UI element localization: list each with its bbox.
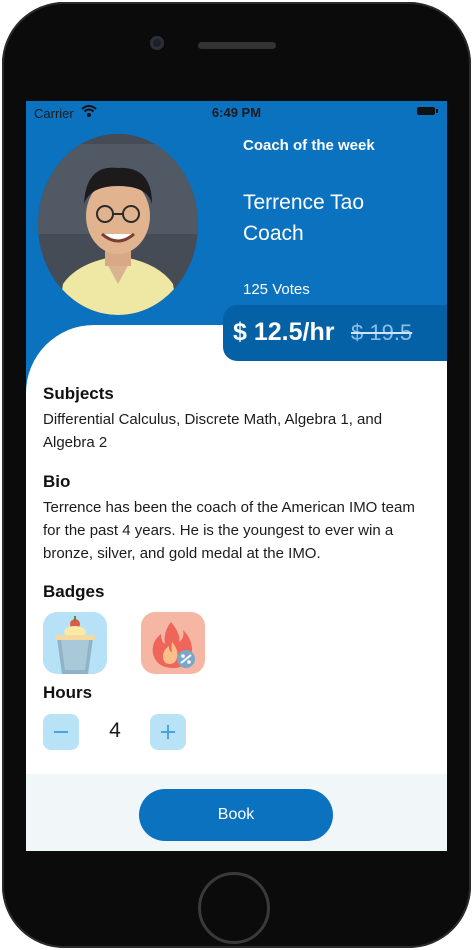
original-price: $ 19.5 [351,320,413,345]
subjects-text: Differential Calculus, Discrete Math, Al… [43,411,383,451]
coach-role: Coach [243,222,304,245]
speaker-grille [198,42,276,49]
booking-footer: Book [26,774,447,851]
bio-text: Terrence has been the coach of the Ameri… [43,499,415,562]
price-pill: $ 12.5/hr $ 19.5 [223,305,447,361]
subjects-heading: Subjects [43,384,114,403]
phone-frame: Carrier 6:49 PM Coach of the week Terren… [2,2,471,948]
current-price: $ 12.5/hr [233,318,335,346]
increase-hours-button[interactable] [150,714,186,750]
book-button[interactable]: Book [139,789,333,841]
milkshake-badge-icon[interactable] [43,612,107,674]
home-button[interactable] [198,872,270,944]
coach-of-week-label: Coach of the week [243,137,375,154]
plus-icon [161,725,175,739]
badges-heading: Badges [43,582,105,601]
front-camera-icon [150,36,164,50]
status-bar: Carrier 6:49 PM [26,101,447,123]
clock-time: 6:49 PM [211,105,262,120]
app-screen: Carrier 6:49 PM Coach of the week Terren… [26,101,447,851]
bio-heading: Bio [43,472,71,491]
hours-value: 4 [109,719,121,742]
coach-avatar [38,134,198,315]
fire-badge-icon[interactable] [141,612,205,674]
vote-count: 125 Votes [243,281,310,298]
battery-icon [417,107,438,115]
hours-heading: Hours [43,683,93,702]
minus-icon [54,731,68,733]
decrease-hours-button[interactable] [43,714,79,750]
coach-name: Terrence Tao [243,191,365,214]
